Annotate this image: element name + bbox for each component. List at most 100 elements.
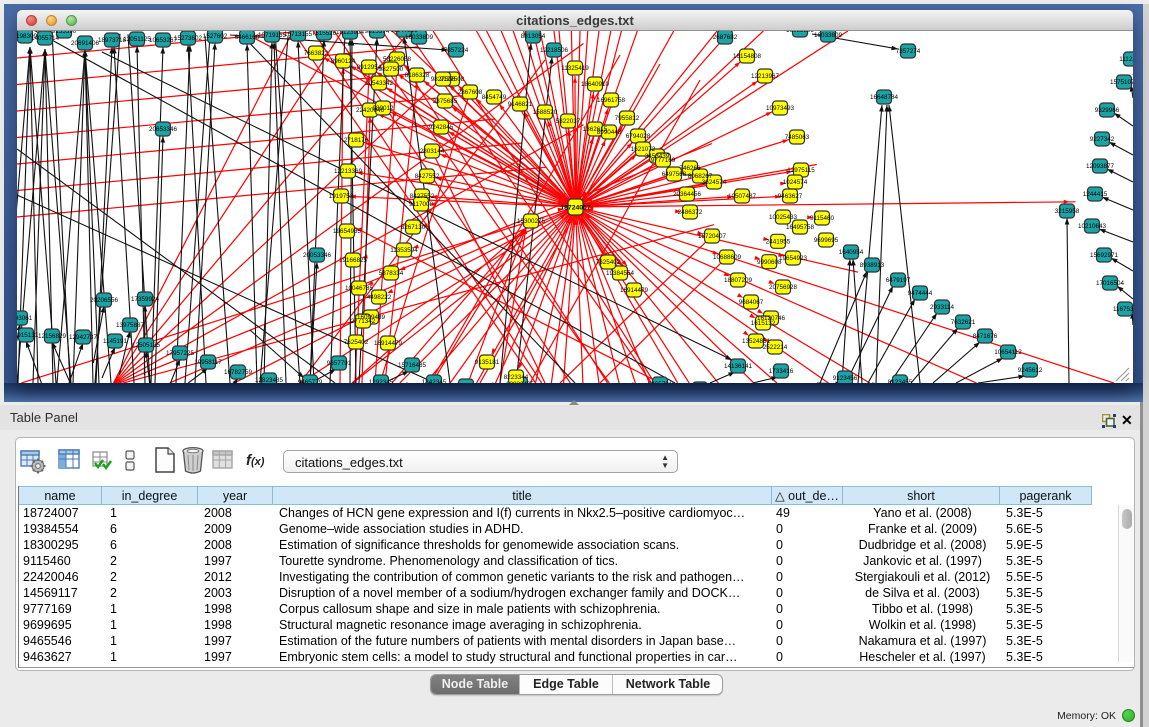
svg-text:9465779: 9465779 bbox=[298, 379, 323, 383]
svg-text:9135181: 9135181 bbox=[475, 359, 500, 366]
svg-text:1893061: 1893061 bbox=[17, 315, 33, 322]
svg-text:17359924: 17359924 bbox=[131, 296, 160, 303]
svg-text:8938913: 8938913 bbox=[860, 262, 885, 269]
svg-text:6497568: 6497568 bbox=[662, 171, 687, 178]
svg-text:1919753: 1919753 bbox=[329, 193, 354, 200]
svg-text:9474444: 9474444 bbox=[908, 290, 933, 297]
svg-text:10688609: 10688609 bbox=[713, 254, 742, 261]
svg-text:8960124: 8960124 bbox=[331, 58, 356, 65]
svg-text:3915131: 3915131 bbox=[17, 332, 39, 339]
svg-text:10046785: 10046785 bbox=[345, 285, 374, 292]
svg-text:12218506: 12218506 bbox=[540, 47, 569, 54]
svg-text:9245612: 9245612 bbox=[1018, 367, 1043, 374]
svg-text:2803144: 2803144 bbox=[420, 148, 445, 155]
svg-text:1024574: 1024574 bbox=[783, 179, 808, 186]
svg-text:13975887: 13975887 bbox=[116, 322, 145, 329]
svg-text:18123904: 18123904 bbox=[336, 31, 365, 36]
svg-text:6794028: 6794028 bbox=[626, 133, 651, 140]
svg-text:9465791: 9465791 bbox=[648, 381, 673, 383]
svg-text:1733416: 1733416 bbox=[769, 368, 794, 375]
svg-text:15751074: 15751074 bbox=[1110, 79, 1133, 86]
svg-text:2522214: 2522214 bbox=[763, 344, 788, 351]
svg-text:8454749: 8454749 bbox=[482, 94, 507, 101]
svg-text:9146821: 9146821 bbox=[508, 101, 533, 108]
svg-text:19166825: 19166825 bbox=[339, 257, 368, 264]
svg-text:8427552: 8427552 bbox=[415, 173, 440, 180]
svg-text:2771342: 2771342 bbox=[351, 318, 376, 325]
svg-text:16914479: 16914479 bbox=[620, 287, 649, 294]
svg-text:7515526: 7515526 bbox=[312, 31, 337, 37]
svg-text:9117008: 9117008 bbox=[409, 201, 434, 208]
svg-text:20756928: 20756928 bbox=[769, 284, 798, 291]
svg-text:9827500: 9827500 bbox=[379, 66, 404, 73]
svg-text:18807209: 18807209 bbox=[724, 277, 753, 284]
svg-text:16961758: 16961758 bbox=[597, 97, 626, 104]
svg-text:15716485: 15716485 bbox=[398, 362, 427, 369]
svg-text:12156829: 12156829 bbox=[38, 333, 67, 340]
svg-text:9699695: 9699695 bbox=[814, 237, 839, 244]
svg-text:7625402: 7625402 bbox=[344, 339, 369, 346]
svg-text:9815374: 9815374 bbox=[365, 31, 390, 35]
svg-text:1615132: 1615132 bbox=[751, 320, 776, 327]
svg-text:10654112: 10654112 bbox=[994, 349, 1022, 356]
svg-text:989012: 989012 bbox=[372, 105, 394, 112]
svg-text:2486372: 2486372 bbox=[678, 209, 703, 216]
svg-text:16033809: 16033809 bbox=[786, 31, 815, 34]
svg-text:6466160: 6466160 bbox=[235, 34, 260, 41]
svg-text:7357274: 7357274 bbox=[896, 48, 921, 55]
svg-text:7357224: 7357224 bbox=[444, 47, 469, 54]
svg-text:1342345: 1342345 bbox=[422, 379, 447, 383]
svg-text:18640910: 18640910 bbox=[581, 81, 610, 88]
svg-text:10210643: 10210643 bbox=[1078, 223, 1107, 230]
svg-text:17957225: 17957225 bbox=[166, 350, 195, 357]
svg-text:12213967: 12213967 bbox=[751, 73, 780, 80]
svg-text:8813054: 8813054 bbox=[521, 33, 546, 40]
svg-text:20206556: 20206556 bbox=[90, 297, 119, 304]
svg-text:7632621: 7632621 bbox=[951, 319, 976, 326]
svg-text:12942737: 12942737 bbox=[69, 334, 98, 341]
svg-text:10958117: 10958117 bbox=[194, 359, 222, 366]
svg-text:1292345: 1292345 bbox=[369, 379, 394, 383]
svg-text:1527602: 1527602 bbox=[203, 33, 228, 40]
svg-text:10543342: 10543342 bbox=[365, 80, 394, 87]
svg-text:9657791: 9657791 bbox=[327, 360, 352, 367]
svg-text:15273602: 15273602 bbox=[174, 35, 203, 42]
svg-text:12051125: 12051125 bbox=[123, 36, 151, 43]
svg-text:7485063: 7485063 bbox=[785, 134, 810, 141]
svg-text:11325419: 11325419 bbox=[561, 65, 589, 72]
svg-text:16033809: 16033809 bbox=[405, 34, 434, 41]
svg-text:16033809: 16033809 bbox=[814, 32, 843, 39]
svg-text:8427552: 8427552 bbox=[410, 193, 435, 200]
svg-text:16782759: 16782759 bbox=[224, 369, 253, 376]
svg-text:5822037: 5822037 bbox=[556, 118, 581, 125]
svg-text:15692971: 15692971 bbox=[1090, 252, 1119, 259]
svg-text:12923485: 12923485 bbox=[506, 381, 535, 383]
svg-text:9329966: 9329966 bbox=[1095, 107, 1120, 114]
svg-text:16648784: 16648784 bbox=[870, 94, 899, 101]
svg-text:10507487: 10507487 bbox=[728, 193, 757, 200]
svg-text:8123455: 8123455 bbox=[888, 379, 913, 383]
svg-text:3215958: 3215958 bbox=[1055, 208, 1080, 215]
svg-text:9827508: 9827508 bbox=[431, 76, 456, 83]
svg-text:10719155: 10719155 bbox=[258, 32, 287, 39]
svg-text:1244415: 1244415 bbox=[1083, 191, 1108, 198]
svg-text:2441955: 2441955 bbox=[766, 239, 791, 246]
svg-text:3624574: 3624574 bbox=[702, 179, 727, 186]
svg-text:20364456: 20364456 bbox=[673, 191, 702, 198]
svg-text:8471676: 8471676 bbox=[973, 333, 998, 340]
svg-text:18724007: 18724007 bbox=[560, 204, 590, 211]
svg-text:15720407: 15720407 bbox=[698, 233, 727, 240]
svg-text:9463627: 9463627 bbox=[778, 193, 803, 200]
svg-text:20653346: 20653346 bbox=[149, 126, 178, 133]
svg-text:7955812: 7955812 bbox=[615, 115, 640, 122]
svg-text:7663822: 7663822 bbox=[304, 50, 329, 57]
svg-text:1167534: 1167534 bbox=[1113, 306, 1133, 313]
svg-text:9123456: 9123456 bbox=[833, 375, 858, 382]
svg-text:58226058: 58226058 bbox=[383, 56, 412, 63]
svg-text:2933114: 2933114 bbox=[930, 304, 955, 311]
svg-text:17016504: 17016504 bbox=[1096, 280, 1125, 287]
svg-text:19654935: 19654935 bbox=[333, 228, 362, 235]
svg-text:16154808: 16154808 bbox=[733, 53, 762, 60]
svg-text:9115460: 9115460 bbox=[810, 215, 835, 222]
svg-text:6479197: 6479197 bbox=[886, 277, 911, 284]
